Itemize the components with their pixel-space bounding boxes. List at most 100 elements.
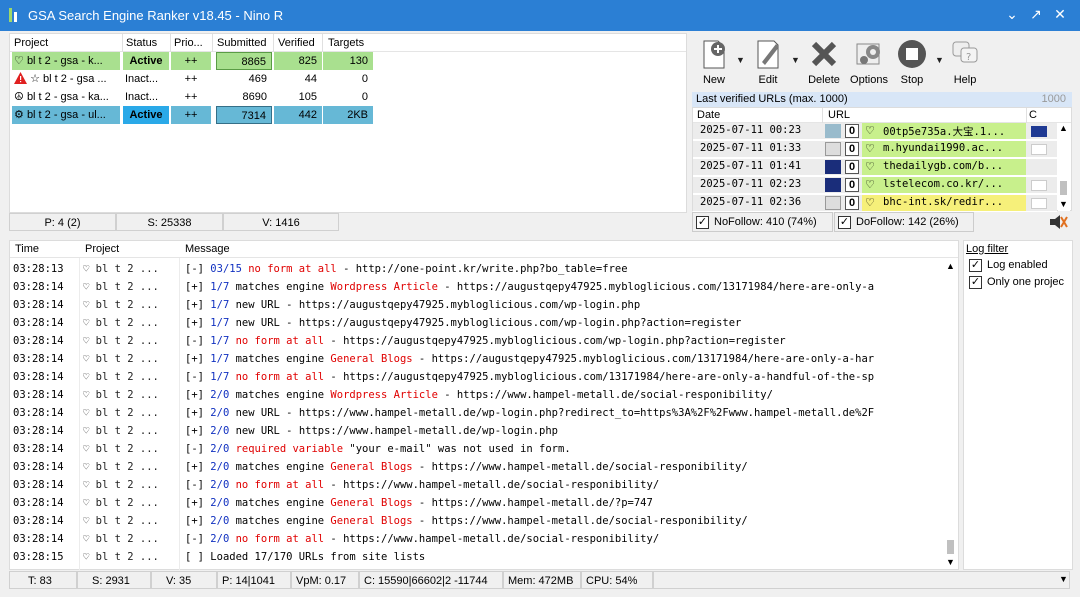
log-tag: [+] [185, 299, 204, 311]
nofollow-checkbox[interactable]: ✓ [696, 216, 709, 229]
verified-url[interactable]: bhc-int.sk/redir... [883, 196, 1003, 208]
scroll-thumb[interactable] [1060, 181, 1067, 195]
status-dropdown-chevron-icon[interactable]: ▼ [1059, 574, 1068, 584]
help-icon: ? [952, 41, 978, 63]
log-message: [+] 2/0 new URL - https://www.hampel-met… [185, 422, 558, 440]
log-row[interactable]: 03:28:14 ♡ bl t 2 ... [-] 2/0 required var… [10, 440, 945, 458]
log-row[interactable]: 03:28:14 ♡ bl t 2 ... [+] 1/7 matches engi… [10, 350, 945, 368]
log-project: ♡ bl t 2 ... [83, 299, 159, 311]
log-project: ♡ bl t 2 ... [83, 263, 159, 275]
log-row[interactable]: 03:28:14 ♡ bl t 2 ... [+] 1/7 matches engi… [10, 278, 945, 296]
last-verified-count: 1000 [1041, 93, 1066, 105]
log-row[interactable]: 03:28:14 ♡ bl t 2 ... [-] 2/0 no form at a… [10, 476, 945, 494]
col-status[interactable]: Status [126, 37, 157, 49]
log-project: ♡ bl t 2 ... [83, 407, 159, 419]
edit-icon [757, 40, 779, 69]
project-priority: ++ [184, 91, 198, 103]
help-button[interactable]: ? Help [941, 35, 989, 89]
log-time: 03:28:14 [13, 389, 64, 401]
verified-url[interactable]: 00tp5e735a.大宝.1... [883, 124, 1005, 139]
col-targets[interactable]: Targets [328, 37, 364, 49]
log-detail: - https://www.hampel-metall.de/wp-login.… [279, 407, 875, 419]
log-message: [+] 1/7 new URL - https://augustqepy4792… [185, 314, 741, 332]
verified-row[interactable]: 2025-07-11 02:23 0 ♡ lstelecom.co.kr/... [693, 177, 1057, 194]
log-row[interactable]: 03:28:14 ♡ bl t 2 ... [+] 2/0 new URL - ht… [10, 404, 945, 422]
delete-button[interactable]: Delete [800, 35, 848, 89]
col-url[interactable]: URL [828, 109, 850, 121]
last-verified-table[interactable]: Date URL C 2025-07-11 00:23 0 ♡ 00tp5e73… [692, 107, 1072, 212]
log-row[interactable]: 03:28:15 ♡ bl t 2 ... [ ] Loaded 17/170 UR… [10, 548, 945, 566]
col-date[interactable]: Date [697, 109, 720, 121]
minimize-button[interactable]: ⌄ [1000, 3, 1024, 25]
stop-button[interactable]: Stop [888, 35, 936, 89]
dofollow-label: DoFollow: 142 (26%) [856, 216, 959, 228]
log-scrollbar[interactable]: ▲ ▼ [945, 258, 957, 569]
verified-url[interactable]: thedailygb.com/b... [883, 160, 1003, 172]
log-row[interactable]: 03:28:14 ♡ bl t 2 ... [+] 2/0 matches engi… [10, 512, 945, 530]
verified-url[interactable]: m.hyundai1990.ac... [883, 142, 1003, 154]
log-project: ♡ bl t 2 ... [83, 461, 159, 473]
log-row[interactable]: 03:28:14 ♡ bl t 2 ... [-] 2/0 no form at a… [10, 530, 945, 548]
only-one-project-checkbox[interactable]: ✓ [969, 276, 982, 289]
new-button[interactable]: New [690, 35, 738, 89]
scroll-up-icon[interactable]: ▲ [1059, 123, 1068, 133]
col-verified[interactable]: Verified [278, 37, 315, 49]
project-row-selected[interactable]: ⚙ bl t 2 - gsa - ul... Active ++ 7314 44… [10, 106, 686, 124]
log-counter: 1/7 [210, 371, 230, 383]
status-memory: Mem: 472MB [503, 571, 581, 589]
log-project: ♡ bl t 2 ... [83, 425, 159, 437]
log-tag: [+] [185, 353, 204, 365]
sound-muted-icon[interactable] [1048, 213, 1068, 231]
project-row[interactable]: ☮ bl t 2 - gsa - ka... Inact... ++ 8690 … [10, 88, 686, 106]
project-table-header: Project Status Prio... Submitted Verifie… [10, 34, 686, 52]
col-log-project[interactable]: Project [85, 243, 119, 255]
project-table[interactable]: Project Status Prio... Submitted Verifie… [9, 33, 687, 213]
log-tag: [+] [185, 317, 204, 329]
project-row[interactable]: ☆ bl t 2 - gsa ... Inact... ++ 469 44 0 [10, 70, 686, 88]
log-row[interactable]: 03:28:14 ♡ bl t 2 ... [+] 1/7 new URL - ht… [10, 314, 945, 332]
log-row[interactable]: 03:28:14 ♡ bl t 2 ... [-] 1/7 no form at a… [10, 368, 945, 386]
log-row[interactable]: 03:28:14 ♡ bl t 2 ... [+] 2/0 matches engi… [10, 386, 945, 404]
col-time[interactable]: Time [15, 243, 39, 255]
close-button[interactable]: ✕ [1048, 3, 1072, 25]
verified-row[interactable]: 2025-07-11 01:33 0 ♡ m.hyundai1990.ac... [693, 141, 1057, 158]
flag-icon [1031, 126, 1047, 137]
scroll-thumb[interactable] [947, 540, 954, 554]
col-message[interactable]: Message [185, 243, 230, 255]
flag-icon [1031, 144, 1047, 155]
log-row[interactable]: 03:28:14 ♡ bl t 2 ... [+] 2/0 matches engi… [10, 494, 945, 512]
edit-button[interactable]: Edit [744, 35, 792, 89]
col-country[interactable]: C [1029, 109, 1037, 121]
log-detail: - https://augustqepy47925.mybloglicious.… [412, 353, 875, 365]
options-button[interactable]: Options [845, 35, 893, 89]
log-time: 03:28:14 [13, 443, 64, 455]
log-row[interactable]: 03:28:14 ♡ bl t 2 ... [+] 1/7 new URL - ht… [10, 296, 945, 314]
heart-icon: ♡ [865, 161, 875, 173]
col-project[interactable]: Project [14, 37, 48, 49]
edit-dropdown-chevron-icon[interactable]: ▼ [791, 55, 800, 65]
project-status: Active [123, 52, 169, 70]
log-action: matches engine [235, 497, 331, 509]
log-row[interactable]: 03:28:14 ♡ bl t 2 ... [-] 1/7 no form at a… [10, 332, 945, 350]
log-enabled-checkbox[interactable]: ✓ [969, 259, 982, 272]
verified-url[interactable]: lstelecom.co.kr/... [883, 178, 1003, 190]
log-detail: - https://www.hampel-metall.de/wp-login.… [279, 425, 559, 437]
col-submitted[interactable]: Submitted [217, 37, 267, 49]
log-row[interactable]: 03:28:13 ♡ bl t 2 ... [-] 03/15 no form at… [10, 260, 945, 278]
verified-row[interactable]: 2025-07-11 01:41 0 ♡ thedailygb.com/b... [693, 159, 1057, 176]
project-name: bl t 2 - gsa - ul... [26, 109, 106, 121]
scroll-up-icon[interactable]: ▲ [946, 261, 955, 271]
verified-row[interactable]: 2025-07-11 02:36 0 ♡ bhc-int.sk/redir... [693, 195, 1057, 212]
scroll-down-icon[interactable]: ▼ [1059, 199, 1068, 209]
log-row[interactable]: 03:28:14 ♡ bl t 2 ... [+] 2/0 matches engi… [10, 458, 945, 476]
verified-row[interactable]: 2025-07-11 00:23 0 ♡ 00tp5e735a.大宝.1... [693, 123, 1057, 140]
log-panel[interactable]: Time Project Message 03:28:13 ♡ bl t 2 ..… [9, 240, 959, 570]
maximize-button[interactable]: ↗ [1024, 3, 1048, 25]
dofollow-checkbox[interactable]: ✓ [838, 216, 851, 229]
verified-scrollbar[interactable]: ▲ ▼ [1058, 123, 1070, 211]
nofollow-label: NoFollow: 410 (74%) [714, 216, 817, 228]
project-row[interactable]: ♡ bl t 2 - gsa - k... Active ++ 8865 825… [10, 52, 686, 70]
log-row[interactable]: 03:28:14 ♡ bl t 2 ... [+] 2/0 new URL - ht… [10, 422, 945, 440]
scroll-down-icon[interactable]: ▼ [946, 557, 955, 567]
col-priority[interactable]: Prio... [174, 37, 203, 49]
